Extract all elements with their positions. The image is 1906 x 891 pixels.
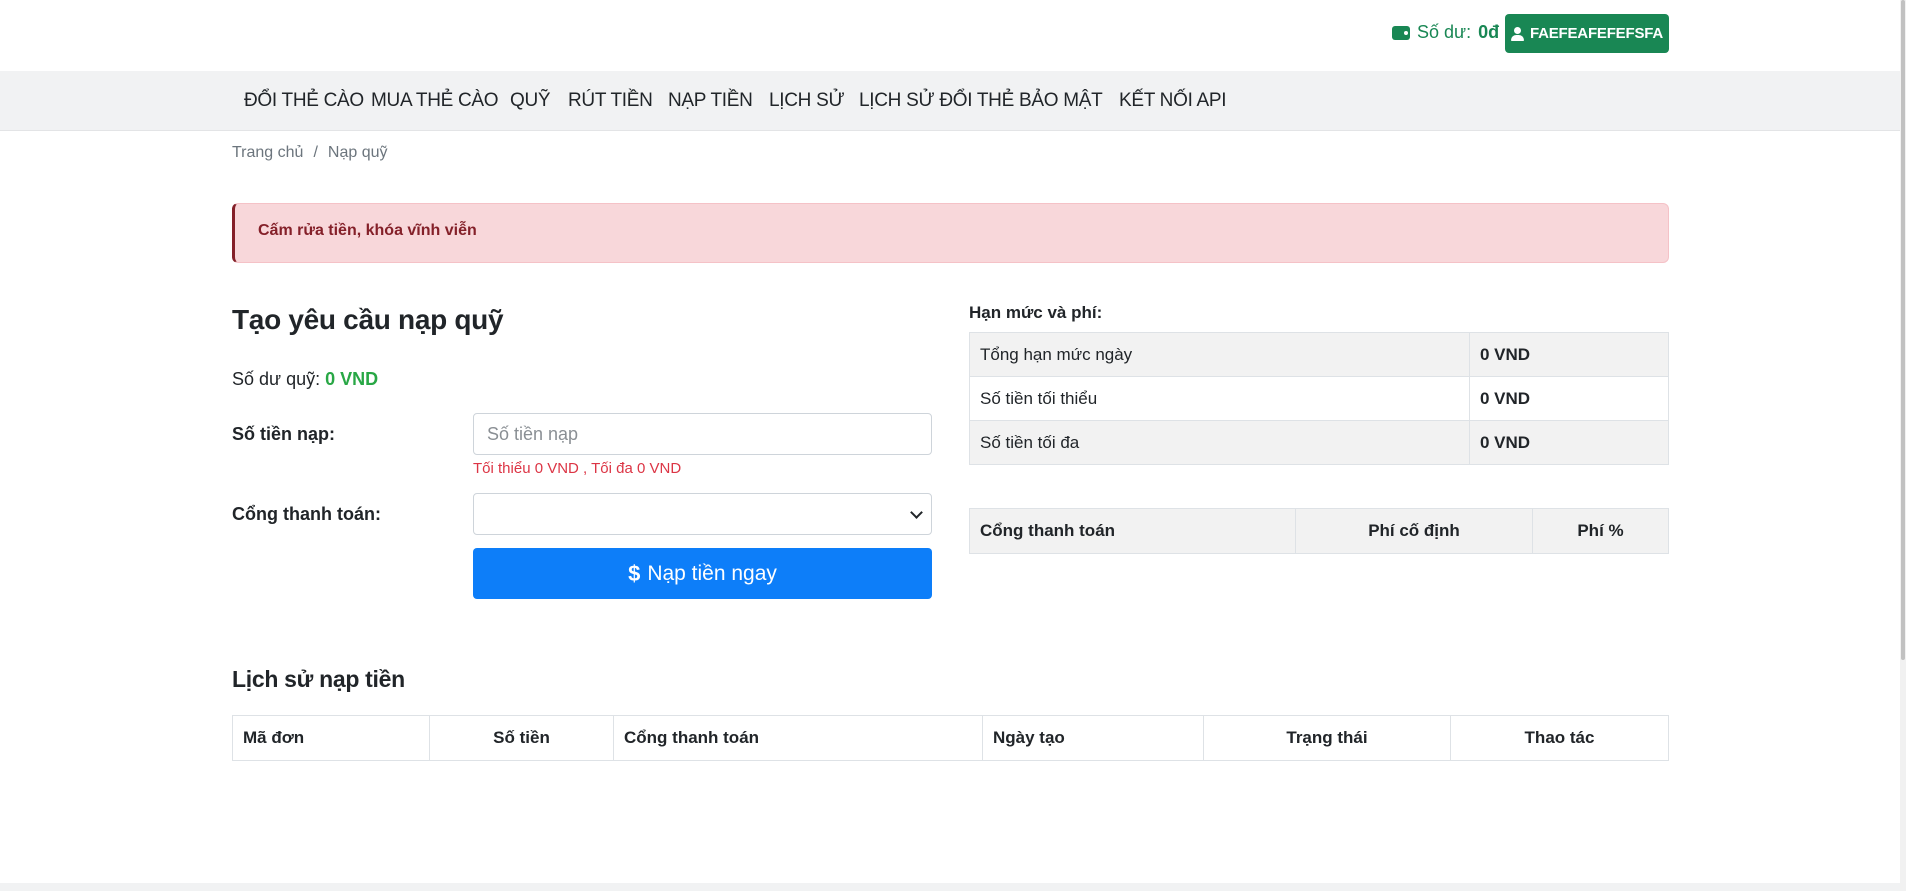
amount-hint: Tối thiểu 0 VND , Tối đa 0 VND bbox=[473, 460, 682, 477]
fund-balance-value: 0 VND bbox=[325, 369, 379, 389]
limit-label: Số tiền tối thiểu bbox=[969, 376, 1470, 421]
submit-deposit-button[interactable]: $ Nạp tiền ngay bbox=[473, 548, 932, 599]
amount-input[interactable] bbox=[473, 413, 932, 455]
submit-label: Nạp tiền ngay bbox=[647, 561, 777, 585]
history-table: Mã đơn Số tiền Cổng thanh toán Ngày tạo … bbox=[232, 715, 1669, 761]
table-row: Số tiền tối đa 0 VND bbox=[969, 420, 1669, 465]
column-header-status: Trạng thái bbox=[1203, 715, 1451, 761]
main-navbar: ĐỔI THẺ CÀO MUA THẺ CÀO QUỸ RÚT TIỀN NẠP… bbox=[0, 71, 1900, 131]
column-header-actions: Thao tác bbox=[1450, 715, 1669, 761]
gateway-select[interactable] bbox=[473, 493, 932, 535]
limits-table: Tổng hạn mức ngày 0 VND Số tiền tối thiể… bbox=[969, 332, 1669, 465]
limit-label: Tổng hạn mức ngày bbox=[969, 332, 1470, 377]
column-header-percent-fee: Phí % bbox=[1532, 508, 1669, 554]
column-header-fixed-fee: Phí cố định bbox=[1295, 508, 1533, 554]
limit-value: 0 VND bbox=[1469, 376, 1669, 421]
limits-title: Hạn mức và phí: bbox=[969, 303, 1103, 322]
nav-item-nap-tien[interactable]: NẠP TIỀN bbox=[668, 90, 753, 112]
history-title: Lịch sử nạp tiền bbox=[232, 666, 405, 692]
gateway-label: Cổng thanh toán: bbox=[232, 504, 381, 524]
gateway-fee-table: Cổng thanh toán Phí cố định Phí % bbox=[969, 508, 1669, 554]
limit-label: Số tiền tối đa bbox=[969, 420, 1470, 465]
alert-text: Cấm rửa tiền, khóa vĩnh viễn bbox=[258, 222, 477, 239]
breadcrumb-home-link[interactable]: Trang chủ bbox=[232, 144, 303, 162]
chevron-down-icon bbox=[910, 506, 923, 519]
balance-value: 0đ bbox=[1478, 22, 1500, 42]
user-account-button[interactable]: FAEFEAFEFEFSFA bbox=[1505, 14, 1669, 53]
fund-balance-label: Số dư quỹ: bbox=[232, 369, 321, 389]
nav-item-doi-the-cao[interactable]: ĐỔI THẺ CÀO bbox=[244, 90, 364, 112]
user-icon bbox=[1510, 26, 1524, 41]
column-header-amount: Số tiền bbox=[429, 715, 614, 761]
fund-balance: Số dư quỹ: 0 VND bbox=[232, 369, 378, 390]
nav-item-mua-the-cao[interactable]: MUA THẺ CÀO bbox=[371, 90, 499, 112]
account-balance: Số dư: 0đ bbox=[1392, 22, 1499, 43]
nav-item-ket-noi-api[interactable]: KẾT NỐI API bbox=[1119, 90, 1227, 112]
scrollbar-thumb[interactable] bbox=[1901, 0, 1905, 660]
footer bbox=[0, 883, 1900, 891]
nav-item-quy[interactable]: QUỸ bbox=[510, 90, 551, 112]
top-bar: Số dư: 0đ FAEFEAFEFEFSFA bbox=[0, 0, 1906, 71]
table-header-row: Cổng thanh toán Phí cố định Phí % bbox=[969, 508, 1669, 554]
limit-value: 0 VND bbox=[1469, 332, 1669, 377]
form-title: Tạo yêu cầu nạp quỹ bbox=[232, 304, 504, 335]
column-header-created-date: Ngày tạo bbox=[982, 715, 1204, 761]
nav-item-bao-mat[interactable]: BẢO MẬT bbox=[1019, 90, 1103, 112]
wallet-icon bbox=[1392, 25, 1410, 40]
breadcrumb-current: Nạp quỹ bbox=[327, 144, 388, 161]
table-row: Số tiền tối thiểu 0 VND bbox=[969, 376, 1669, 421]
nav-item-lich-su-doi-the[interactable]: LỊCH SỬ ĐỔI THẺ bbox=[859, 90, 1014, 112]
breadcrumb-separator: / bbox=[313, 144, 318, 161]
nav-item-lich-su[interactable]: LỊCH SỬ bbox=[769, 90, 845, 112]
column-header-gateway: Cổng thanh toán bbox=[969, 508, 1296, 554]
dollar-icon: $ bbox=[628, 560, 641, 586]
breadcrumb: Trang chủ / Nạp quỹ bbox=[232, 144, 388, 162]
column-header-gateway: Cổng thanh toán bbox=[613, 715, 983, 761]
balance-label: Số dư: bbox=[1417, 22, 1472, 42]
limit-value: 0 VND bbox=[1469, 420, 1669, 465]
username: FAEFEAFEFEFSFA bbox=[1529, 25, 1664, 42]
table-header-row: Mã đơn Số tiền Cổng thanh toán Ngày tạo … bbox=[232, 715, 1669, 761]
table-row: Tổng hạn mức ngày 0 VND bbox=[969, 332, 1669, 377]
amount-label: Số tiền nạp: bbox=[232, 424, 335, 444]
column-header-order-id: Mã đơn bbox=[232, 715, 430, 761]
warning-alert: Cấm rửa tiền, khóa vĩnh viễn bbox=[232, 203, 1669, 263]
nav-item-rut-tien[interactable]: RÚT TIỀN bbox=[568, 90, 653, 112]
